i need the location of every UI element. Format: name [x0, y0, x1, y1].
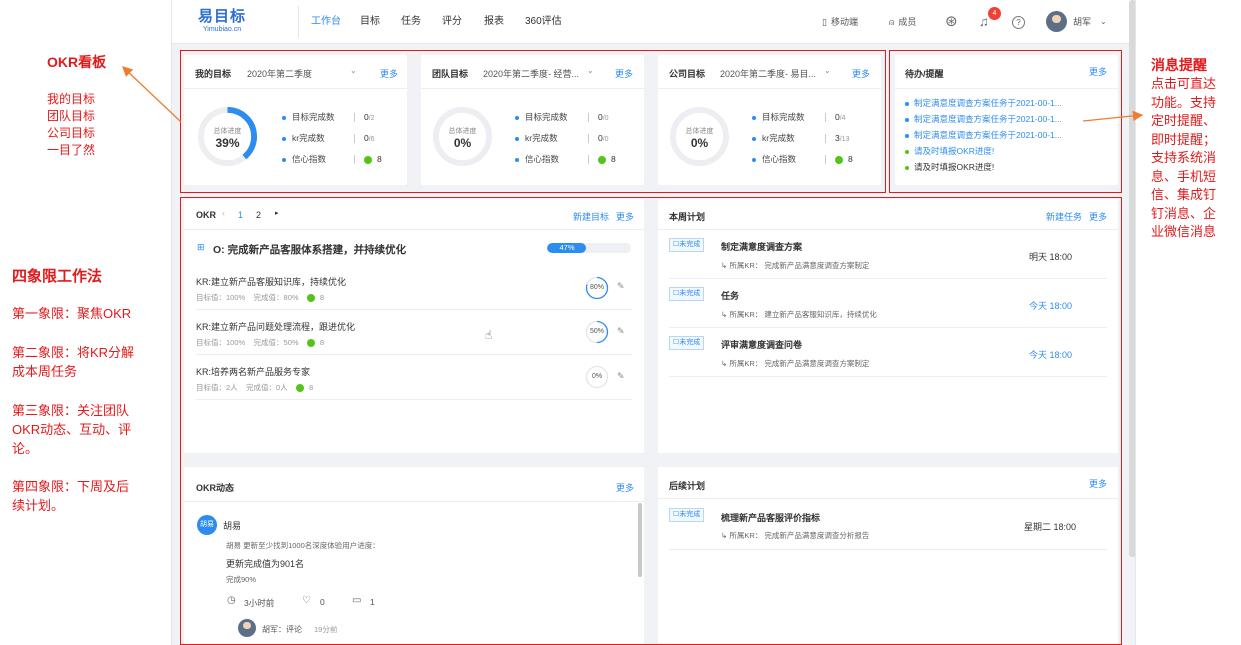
user-name[interactable]: 胡军 — [1073, 0, 1091, 44]
highlight-goal-board — [180, 50, 886, 193]
annotation-line: 成本周任务 — [12, 364, 78, 379]
nav-reports[interactable]: 报表 — [484, 0, 504, 44]
annotation-line: 第二象限：将KR分解 — [12, 345, 135, 360]
bell-icon[interactable]: ♫ — [979, 0, 989, 44]
nav-workbench[interactable]: 工作台 — [311, 0, 341, 44]
annotation-message-text: 点击可直达 功能。支持 定时提醒、 即时提醒； 支持系统消 息、手机短 信、集成… — [1151, 75, 1216, 242]
members-link[interactable]: ⍝ 成员 — [889, 0, 916, 44]
chevron-down-icon[interactable]: ⌄ — [1100, 0, 1107, 44]
annotation-line: 信、集成钉 — [1151, 187, 1217, 202]
nav-scoring[interactable]: 评分 — [442, 0, 462, 44]
nav-360-review[interactable]: 360评估 — [525, 0, 562, 44]
annotation-line: 一目了然 — [47, 143, 96, 157]
divider — [298, 6, 299, 38]
annotation-line: 息、手机短 — [1151, 168, 1217, 184]
members-icon: ⍝ — [889, 17, 895, 27]
annotation-line: 定时提醒、 — [1151, 113, 1217, 128]
annotation-message-title: 消息提醒 — [1151, 57, 1207, 73]
user-avatar[interactable] — [1046, 11, 1067, 32]
annotation-line: 业微信消息 — [1151, 224, 1217, 239]
aperture-icon[interactable]: ⊛ — [945, 0, 958, 44]
logo-text: 易目标 — [198, 8, 247, 25]
mobile-label: 移动端 — [830, 17, 858, 27]
nav-tasks[interactable]: 任务 — [401, 0, 421, 44]
highlight-reminders — [889, 50, 1122, 193]
annotation-line: 支持系统消 — [1151, 150, 1217, 165]
annotation-quadrant-title: 四象限工作法 — [12, 268, 103, 285]
highlight-quadrants — [180, 197, 1122, 645]
annotation-line: 我的目标 — [47, 92, 96, 106]
annotation-line: 钉消息、企 — [1151, 205, 1217, 221]
annotation-line: 论。 — [12, 441, 39, 456]
members-label: 成员 — [898, 17, 917, 27]
nav-goals[interactable]: 目标 — [360, 0, 380, 44]
logo-domain: Yimubiao.cn — [202, 26, 242, 33]
annotation-line: 公司目标 — [47, 126, 96, 140]
window-scrollbar[interactable] — [1129, 0, 1135, 557]
notification-badge: 4 — [988, 7, 1001, 20]
help-icon[interactable]: ? — [1012, 0, 1025, 44]
annotation-line: 第三象限：关注团队 — [12, 403, 130, 418]
annotation-quadrant-3: 第三象限：关注团队 OKR动态、互动、评 论。 — [12, 401, 131, 458]
mobile-link[interactable]: ▯ 移动端 — [822, 0, 858, 44]
annotation-line: 功能。支持 — [1151, 94, 1217, 110]
annotation-line: 即时提醒； — [1151, 131, 1217, 147]
annotation-line: 续计划。 — [12, 498, 65, 513]
annotation-okr-board-title: OKR看板 — [47, 54, 107, 70]
annotation-quadrant-1: 第一象限：聚焦OKR — [12, 306, 132, 321]
annotation-line: 团队目标 — [47, 109, 96, 123]
annotation-line: OKR动态、互动、评 — [12, 422, 132, 437]
logo[interactable]: 易目标 Yimubiao.cn — [198, 9, 246, 33]
phone-icon: ▯ — [822, 17, 827, 27]
annotation-quadrant-2: 第二象限：将KR分解 成本周任务 — [12, 343, 134, 381]
annotation-okr-board-text: 我的目标 团队目标 公司目标 一目了然 — [47, 91, 95, 159]
annotation-quadrant-4: 第四象限：下周及后 续计划。 — [12, 477, 129, 515]
top-bar: 易目标 Yimubiao.cn 工作台 目标 任务 评分 报表 360评估 ▯ 移… — [172, 0, 1135, 44]
annotation-line: 点击可直达 — [1151, 76, 1217, 91]
annotation-line: 第四象限：下周及后 — [12, 479, 130, 494]
